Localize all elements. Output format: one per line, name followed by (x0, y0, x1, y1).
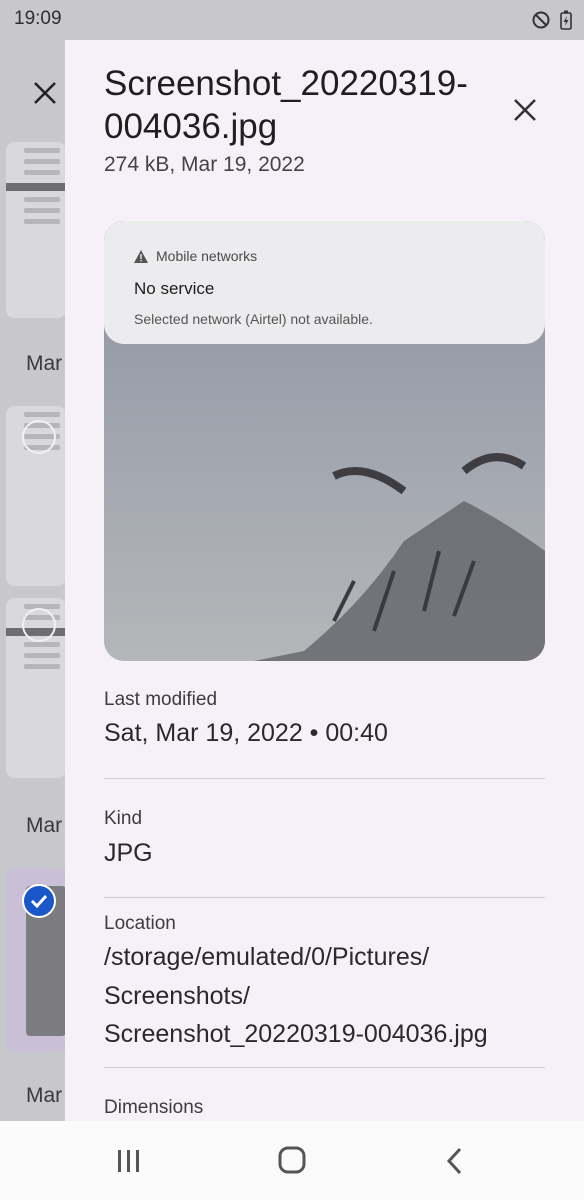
last-modified-value: Sat, Mar 19, 2022 • 00:40 (104, 719, 388, 747)
home-icon[interactable] (272, 1145, 312, 1177)
notification-body: Selected network (Airtel) not available. (134, 311, 373, 327)
close-icon[interactable] (507, 92, 543, 128)
close-icon[interactable] (30, 78, 60, 108)
file-title: Screenshot_20220319-004036.jpg (104, 64, 468, 146)
warning-icon (134, 249, 148, 263)
kind-label: Kind (104, 808, 143, 829)
notification-title: No service (134, 279, 215, 298)
status-icons (532, 10, 572, 30)
select-circle[interactable] (22, 608, 56, 642)
background-thumbnail[interactable] (6, 142, 66, 318)
last-modified-label: Last modified (104, 689, 218, 710)
divider (104, 778, 545, 779)
file-size-date: 274 kB, Mar 19, 2022 (104, 153, 305, 176)
battery-charging-icon (560, 10, 572, 30)
kind-value: JPG (104, 839, 153, 867)
file-details-sheet: Screenshot_20220319-004036.jpg 274 kB, M… (65, 40, 584, 1121)
notification-card: Mobile networks No service Selected netw… (104, 221, 545, 344)
divider (104, 897, 545, 898)
date-label: Mar (26, 1084, 63, 1107)
status-time: 19:09 (14, 8, 62, 29)
notification-header: Mobile networks (134, 248, 257, 264)
location-value-line: Screenshot_20220319-004036.jpg (104, 1020, 488, 1048)
date-label: Mar (26, 814, 63, 837)
location-label: Location (104, 913, 176, 934)
divider (104, 1067, 545, 1068)
select-circle[interactable] (22, 420, 56, 454)
dimensions-label: Dimensions (104, 1097, 204, 1118)
system-nav-bar (0, 1121, 584, 1200)
recents-icon[interactable] (108, 1145, 148, 1177)
notification-app-name: Mobile networks (156, 248, 258, 264)
status-bar: 19:09 (0, 0, 584, 40)
date-label: Mar (26, 352, 63, 375)
location-value-line: Screenshots/ (104, 982, 250, 1010)
do-not-disturb-icon (532, 11, 550, 29)
image-preview[interactable]: Mobile networks No service Selected netw… (104, 221, 545, 661)
back-icon[interactable] (436, 1145, 476, 1177)
selected-check-icon[interactable] (22, 884, 56, 918)
location-value-line: /storage/emulated/0/Pictures/ (104, 943, 430, 971)
